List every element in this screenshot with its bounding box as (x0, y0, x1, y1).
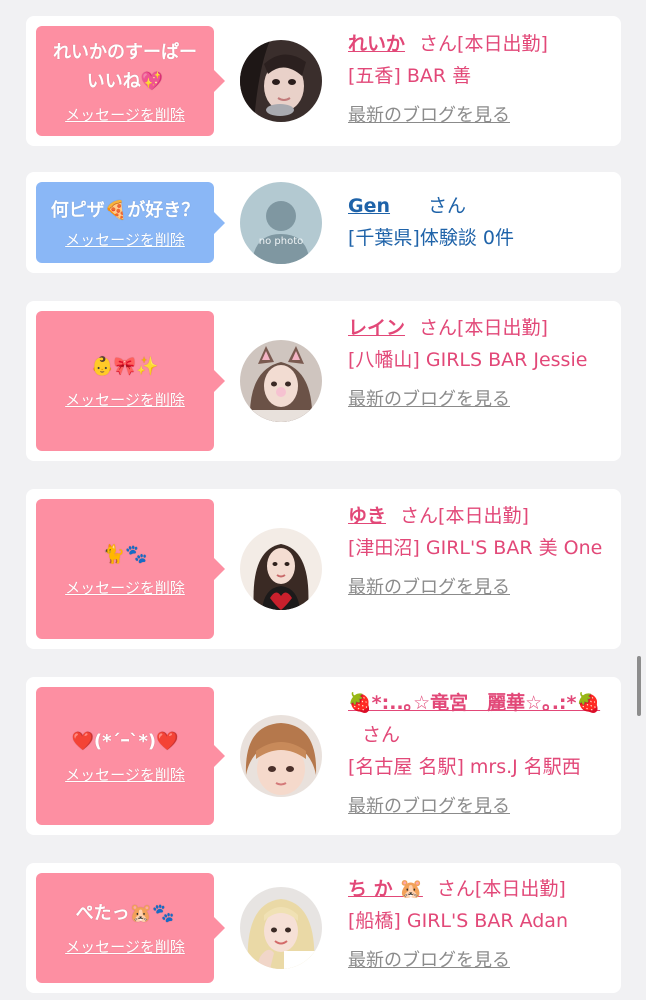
delete-message-link[interactable]: メッセージを削除 (65, 764, 185, 785)
latest-blog-link[interactable]: 最新のブログを見る (348, 572, 610, 604)
user-info: れいか さん[本日出勤] [五香] BAR 善 最新のブログを見る (348, 28, 610, 132)
delete-message-link[interactable]: メッセージを削除 (65, 229, 185, 250)
message-text: ❤️(*´ｰ`*)❤️ (71, 731, 179, 752)
delete-message-link[interactable]: メッセージを削除 (65, 104, 185, 125)
message-bubble: 何ピザ🍕が好き？ メッセージを削除 (36, 182, 225, 263)
message-card: 何ピザ🍕が好き？ メッセージを削除 no photo Gen さん [千葉県]体験… (26, 172, 621, 273)
delete-message-link[interactable]: メッセージを削除 (65, 389, 185, 410)
honorific: さん (362, 724, 401, 746)
message-card: れいかのすーぱー いいね💖 メッセージを削除 れいか さん[本日出勤] [五香] … (26, 16, 621, 146)
message-text: れいかのすーぱー いいね💖 (53, 41, 197, 92)
delete-message-link[interactable]: メッセージを削除 (65, 936, 185, 957)
avatar[interactable] (240, 340, 322, 422)
message-text: 何ピザ🍕が好き？ (50, 199, 200, 221)
latest-blog-link[interactable]: 最新のブログを見る (348, 100, 610, 132)
status-text: [本日出勤] (438, 505, 529, 527)
honorific: さん (419, 317, 458, 339)
scrollbar[interactable] (637, 656, 641, 716)
shop-name: [船橋] GIRL'S BAR Adan (348, 910, 568, 932)
shop-name: [津田沼] GIRL'S BAR 美 One (348, 537, 603, 559)
message-bubble: 👶🎀✨ メッセージを削除 (36, 311, 225, 451)
message-card: 👶🎀✨ メッセージを削除 レイン さん[本日出勤] [八幡山] GIRLS BAR… (26, 301, 621, 461)
avatar[interactable] (240, 715, 322, 797)
avatar[interactable] (240, 40, 322, 122)
honorific: さん (419, 33, 458, 55)
user-name-link[interactable]: レイン (348, 317, 405, 339)
user-name-link[interactable]: ゆき (348, 505, 386, 527)
latest-blog-link[interactable]: 最新のブログを見る (348, 384, 610, 416)
user-name-link[interactable]: れいか (348, 33, 405, 55)
no-photo-label: no photo (259, 236, 303, 247)
message-card: 🐈🐾 メッセージを削除 ゆき さん[本日出勤] [津田沼] GIRL'S BAR … (26, 489, 621, 649)
honorific: さん (428, 195, 467, 217)
message-bubble: れいかのすーぱー いいね💖 メッセージを削除 (36, 26, 225, 136)
message-card: ぺたっ🐹🐾 メッセージを削除 ち か 🐹 さん[本日出勤] [船橋] GIRL'S… (26, 863, 621, 993)
message-bubble: 🐈🐾 メッセージを削除 (36, 499, 225, 639)
review-count: [千葉県]体験談 0件 (348, 227, 514, 249)
avatar[interactable]: no photo (240, 182, 322, 264)
user-info: レイン さん[本日出勤] [八幡山] GIRLS BAR Jessie 最新のブロ… (348, 312, 610, 416)
user-name-link[interactable]: 🍓*:..｡☆竜宮 麗華☆｡.:*🍓 (348, 692, 600, 714)
message-card: ❤️(*´ｰ`*)❤️ メッセージを削除 🍓*:..｡☆竜宮 麗華☆｡.:*🍓 さ… (26, 677, 621, 835)
latest-blog-link[interactable]: 最新のブログを見る (348, 945, 610, 977)
shop-name: [五香] BAR 善 (348, 65, 472, 87)
latest-blog-link[interactable]: 最新のブログを見る (348, 791, 610, 823)
message-bubble: ❤️(*´ｰ`*)❤️ メッセージを削除 (36, 687, 225, 825)
user-info: 🍓*:..｡☆竜宮 麗華☆｡.:*🍓さん [名古屋 名駅] mrs.J 名駅西 … (348, 687, 610, 823)
status-text: [本日出勤] (457, 317, 548, 339)
message-text: ぺたっ🐹🐾 (75, 903, 175, 924)
message-text: 🐈🐾 (102, 544, 148, 565)
message-text: 👶🎀✨ (91, 356, 159, 377)
user-name-link[interactable]: Gen (348, 195, 414, 217)
avatar[interactable] (240, 528, 322, 610)
user-info: Gen さん [千葉県]体験談 0件 (348, 190, 610, 254)
honorific: さん (436, 878, 475, 900)
message-feed: れいかのすーぱー いいね💖 メッセージを削除 れいか さん[本日出勤] [五香] … (0, 0, 646, 1000)
shop-name: [八幡山] GIRLS BAR Jessie (348, 349, 588, 371)
status-text: [本日出勤] (457, 33, 548, 55)
message-bubble: ぺたっ🐹🐾 メッセージを削除 (36, 873, 225, 983)
honorific: さん (400, 505, 439, 527)
user-info: ち か 🐹 さん[本日出勤] [船橋] GIRL'S BAR Adan 最新のブロ… (348, 873, 610, 977)
user-name-link[interactable]: ち か 🐹 (348, 878, 423, 900)
delete-message-link[interactable]: メッセージを削除 (65, 577, 185, 598)
status-text: [本日出勤] (474, 878, 566, 900)
user-info: ゆき さん[本日出勤] [津田沼] GIRL'S BAR 美 One 最新のブログ… (348, 500, 610, 604)
shop-name: [名古屋 名駅] mrs.J 名駅西 (348, 756, 581, 778)
avatar[interactable] (240, 887, 322, 969)
